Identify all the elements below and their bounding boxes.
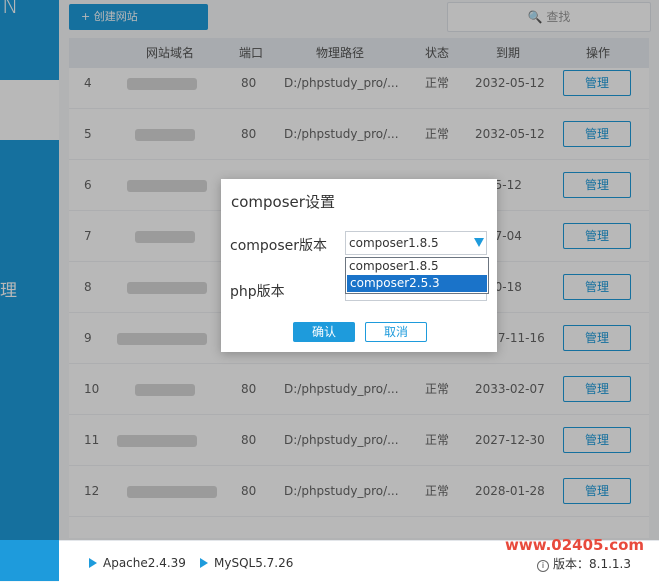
confirm-button[interactable]: 确认 <box>293 322 355 342</box>
info-icon: i <box>537 560 549 572</box>
dropdown-option-selected[interactable]: composer2.5.3 <box>346 274 488 293</box>
version-info: i 版本：8.1.1.3 <box>537 555 631 572</box>
version-label: 版本：8.1.1.3 <box>553 557 631 571</box>
chevron-down-icon[interactable] <box>474 238 484 247</box>
mysql-label: MySQL5.7.26 <box>214 556 294 570</box>
composer-version-select[interactable]: composer1.8.5 <box>345 231 487 255</box>
watermark-text: www.02405.com <box>505 536 645 554</box>
dropdown-option[interactable]: composer1.8.5 <box>346 258 488 275</box>
play-icon <box>200 558 208 568</box>
composer-version-label: composer版本 <box>230 238 328 254</box>
cancel-button[interactable]: 取消 <box>365 322 427 342</box>
play-icon <box>89 558 97 568</box>
dialog-title: composer设置 <box>231 193 335 211</box>
mysql-service[interactable]: MySQL5.7.26 <box>200 556 293 570</box>
composer-settings-dialog: composer设置 composer版本 composer1.8.5 php版… <box>221 179 497 352</box>
status-bar: Apache2.4.39 MySQL5.7.26 www.02405.com i… <box>59 536 659 582</box>
apache-label: Apache2.4.39 <box>103 556 186 570</box>
composer-version-value: composer1.8.5 <box>349 236 439 250</box>
composer-version-dropdown: composer1.8.5 composer2.5.3 <box>345 257 489 294</box>
apache-service[interactable]: Apache2.4.39 <box>89 556 186 570</box>
php-version-label: php版本 <box>230 284 285 300</box>
